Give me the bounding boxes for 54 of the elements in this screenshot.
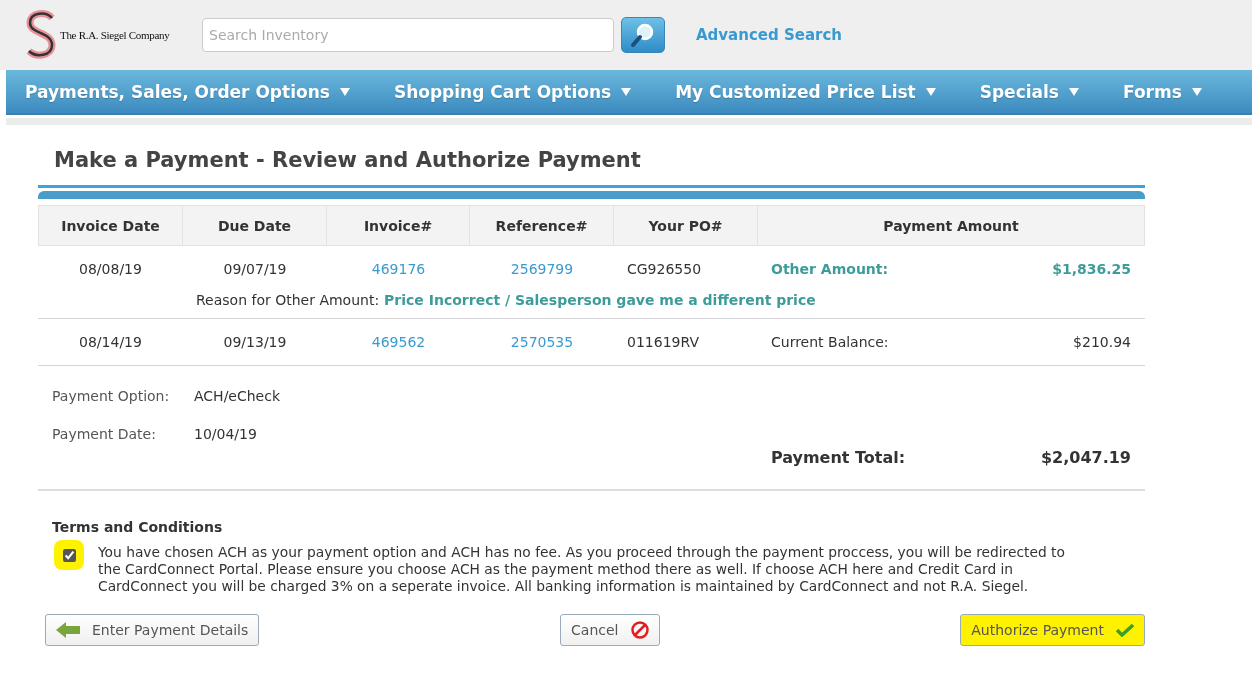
reference-link[interactable]: 2570535 bbox=[510, 334, 574, 350]
detail-label: Payment Date: bbox=[52, 426, 157, 442]
nav-menu-item[interactable]: My Customized Price List bbox=[675, 81, 916, 102]
amount-value: $1,836.25 bbox=[1052, 261, 1131, 277]
amount-value: $210.94 bbox=[1073, 334, 1131, 350]
dropdown-caret-icon bbox=[925, 87, 936, 96]
search-button[interactable] bbox=[621, 17, 665, 53]
column-header: Invoice# bbox=[327, 205, 470, 246]
detail-label: Payment Option: bbox=[52, 388, 171, 404]
agree-checkbox[interactable] bbox=[62, 548, 76, 562]
terms-text: You have chosen ACH as your payment option and ACH has no fee. As you proceed through the payment proccess, you will be redirected to the CardConnect Portal. Please ensure you choose ACH as the payment method there as well. If choose ACH here and Credit Card in CardConnect you will be charged 3% on a seperate invoice. All banking information is maintained by CardConnect and not R.A. Siegel. bbox=[98, 544, 1066, 595]
company-name: The R.A. Siegel Company bbox=[60, 29, 170, 41]
table-cell: 011619RV bbox=[627, 334, 699, 350]
column-header: Your PO# bbox=[614, 205, 758, 246]
table-cell: 09/07/19 bbox=[223, 261, 287, 277]
table-cell: 09/13/19 bbox=[223, 334, 287, 350]
cancel-button[interactable]: Cancel bbox=[560, 614, 660, 646]
total-label: Payment Total: bbox=[770, 448, 907, 467]
nav-menu-item[interactable]: Specials bbox=[979, 81, 1059, 102]
detail-value: 10/04/19 bbox=[194, 426, 257, 442]
nav-menu-item[interactable]: Shopping Cart Options bbox=[393, 81, 612, 102]
table-cell: 08/08/19 bbox=[79, 261, 142, 277]
advanced-search-link[interactable]: Advanced Search bbox=[696, 26, 842, 44]
table-cell: CG926550 bbox=[627, 261, 702, 277]
page-title: Make a Payment - Review and Authorize Payment bbox=[54, 148, 642, 172]
reason-value: Price Incorrect / Salesperson gave me a different price bbox=[384, 292, 816, 308]
dropdown-caret-icon bbox=[621, 87, 632, 96]
invoice-link[interactable]: 469176 bbox=[371, 261, 426, 277]
column-header: Invoice Date bbox=[38, 205, 183, 246]
reference-link[interactable]: 2569799 bbox=[510, 261, 574, 277]
search-icon bbox=[630, 22, 656, 48]
nav-menu-item[interactable]: Payments, Sales, Order Options bbox=[25, 81, 330, 102]
column-header: Due Date bbox=[183, 205, 327, 246]
detail-value: ACH/eCheck bbox=[194, 388, 281, 404]
reason-label: Reason for Other Amount: bbox=[196, 292, 380, 308]
invoice-link[interactable]: 469562 bbox=[371, 334, 426, 350]
column-header: Payment Amount bbox=[758, 205, 1145, 246]
amount-label: Other Amount: bbox=[771, 261, 889, 277]
search-field[interactable]: Search Inventory bbox=[202, 18, 614, 52]
nav-menu-item[interactable]: Forms bbox=[1122, 81, 1182, 102]
total-value: $2,047.19 bbox=[1040, 448, 1131, 467]
section-title: Terms and Conditions bbox=[52, 519, 224, 535]
back-button[interactable]: Enter Payment Details bbox=[45, 614, 260, 646]
column-header: Reference# bbox=[470, 205, 614, 246]
left-arrow-icon bbox=[56, 622, 80, 638]
cancel-icon bbox=[630, 621, 649, 639]
dropdown-caret-icon bbox=[339, 87, 350, 96]
authorize-button[interactable]: Authorize Payment bbox=[960, 614, 1145, 646]
dropdown-caret-icon bbox=[1068, 87, 1079, 96]
table-cell: 08/14/19 bbox=[79, 334, 142, 350]
dropdown-caret-icon bbox=[1191, 87, 1202, 96]
checkmark-icon bbox=[1116, 623, 1134, 637]
amount-label: Current Balance: bbox=[771, 334, 889, 350]
logo-icon bbox=[24, 10, 58, 60]
